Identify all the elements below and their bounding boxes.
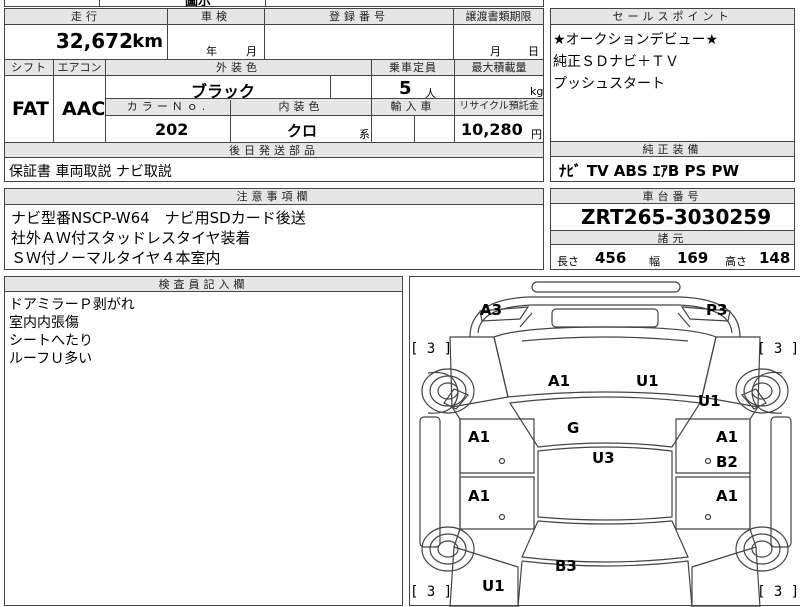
registration-box: 登録番号 [264, 8, 454, 60]
spec-length-value: 456 [595, 249, 627, 267]
top-strip: 圖示 [4, 0, 544, 9]
import-header: 輸入車 [372, 99, 454, 115]
mark-p3: P3 [706, 301, 728, 319]
mark-u3-roof: U3 [592, 449, 615, 467]
spec-width-label: 幅 [649, 255, 660, 268]
spec-height-label: 高さ [725, 255, 747, 268]
mark-b2-right-front-door: B2 [716, 453, 738, 471]
inspection-month: 月 [246, 45, 257, 58]
mileage-unit: km [132, 31, 163, 52]
inspector-line-3: シートへたり [9, 333, 93, 349]
mileage-header: 走行 [5, 9, 167, 25]
specs-header: 諸元 [551, 230, 794, 245]
capacity-header: 乗車定員 [372, 60, 454, 75]
inspector-line-4: ルーフＵ多い [9, 351, 93, 367]
sales-point-line-2: 純正ＳＤナビ＋ＴＶ [553, 54, 679, 70]
mark-a1-left-rear-door: A1 [468, 487, 491, 505]
max-load-unit: kg [530, 85, 544, 98]
mark-u1-hood: U1 [636, 372, 659, 390]
genuine-equip-box: 純正装備 ﾅﾋﾞ TV ABS ｴｱB PS PW [550, 141, 795, 182]
interior-color-value: クロ [287, 122, 318, 140]
mileage-value: 32,672 [55, 29, 133, 53]
tire-tread-rear-right: [ 3 ] [757, 584, 800, 600]
shift-header: シフト [5, 60, 53, 75]
mark-a1-right-rear-door: A1 [716, 487, 739, 505]
color-no-value: 202 [155, 120, 189, 139]
tire-tread-front-right: [ 3 ] [757, 341, 800, 357]
sales-point-box: セールスポイント ★オークションデビュー★ 純正ＳＤナビ＋ＴＶ プッシュスタート [550, 8, 795, 142]
recycle-header: リサイクル預託金 [455, 99, 543, 115]
sales-point-line-1: ★オークションデビュー★ [553, 32, 719, 48]
mark-u1-fender: U1 [698, 392, 721, 410]
car-diagram: A3 P3 A1 U1 U1 G U3 A1 A1 B2 A1 A1 B3 U1… [409, 276, 800, 607]
notes-line-3: ＳＷ付ノーマルタイヤ４本室内 [11, 249, 221, 267]
registration-header: 登録番号 [265, 9, 453, 25]
mark-a1-hood: A1 [548, 372, 571, 390]
recycle-value: 10,280 [461, 120, 523, 139]
shift-value: FAT [12, 98, 49, 120]
recycle-unit: 円 [531, 128, 542, 141]
transfer-month: 月 [490, 45, 501, 58]
chassis-value: ZRT265-3030259 [581, 205, 772, 229]
mark-b3-rear: B3 [555, 557, 577, 575]
later-parts-value: 保証書 車両取説 ナビ取説 [9, 164, 172, 180]
transfer-box: 譲渡書類期限 月 日 [453, 8, 544, 60]
notes-box: 注意事項欄 ナビ型番NSCP-W64 ナビ用SDカード後送 社外ＡＷ付スタッドレ… [4, 188, 544, 270]
inspection-header: 車検 [168, 9, 264, 25]
inspector-header: 検査員記入欄 [5, 277, 402, 292]
genuine-equip-value: ﾅﾋﾞ TV ABS ｴｱB PS PW [559, 162, 740, 180]
inspector-line-2: 室内内張傷 [9, 315, 79, 331]
inspector-line-1: ドアミラーＰ剥がれ [9, 297, 135, 313]
tire-tread-rear-left: [ 3 ] [410, 584, 453, 600]
transfer-day: 日 [528, 45, 539, 58]
notes-line-2: 社外ＡＷ付スタッドレスタイヤ装着 [11, 229, 251, 247]
mark-a1-left-front-door: A1 [468, 428, 491, 446]
later-parts-box: 後日発送部品 保証書 車両取説 ナビ取説 [4, 142, 544, 182]
spec-length-label: 長さ [557, 255, 579, 268]
transfer-header: 譲渡書類期限 [454, 9, 543, 25]
inspection-year: 年 [206, 45, 217, 58]
notes-header: 注意事項欄 [5, 189, 543, 205]
spec-grid: シフト エアコン 外装色 乗車定員 最大積載量 FAT AAC ブラック 5 人… [4, 59, 544, 143]
genuine-equip-header: 純正装備 [551, 142, 794, 157]
interior-color-suffix: 系 [359, 128, 370, 141]
mark-u1-rear: U1 [482, 577, 505, 595]
aircon-header: エアコン [54, 60, 105, 75]
sales-point-line-3: プッシュスタート [553, 76, 665, 92]
aircon-value: AAC [62, 98, 106, 120]
inspector-box: 検査員記入欄 ドアミラーＰ剥がれ 室内内張傷 シートへたり ルーフＵ多い [4, 276, 403, 606]
inspection-box: 車検 年 月 [167, 8, 265, 60]
interior-color-header: 内装色 [231, 99, 371, 115]
color-no-header: カラーＮｏ. [106, 99, 230, 115]
notes-line-1: ナビ型番NSCP-W64 ナビ用SDカード後送 [11, 209, 306, 227]
mark-a3: A3 [480, 301, 503, 319]
mileage-box: 走行 32,672 km [4, 8, 168, 60]
exterior-color-header: 外装色 [106, 60, 371, 75]
mark-g-windshield: G [567, 419, 580, 437]
max-load-header: 最大積載量 [455, 60, 543, 75]
chassis-box: 車台番号 ZRT265-3030259 諸元 長さ 456 幅 169 高さ 1… [550, 188, 795, 270]
tire-tread-front-left: [ 3 ] [410, 341, 453, 357]
chassis-header: 車台番号 [551, 189, 794, 204]
later-parts-header: 後日発送部品 [5, 143, 543, 158]
sales-point-header: セールスポイント [551, 9, 794, 25]
capacity-value: 5 [399, 78, 412, 99]
spec-width-value: 169 [677, 249, 709, 267]
spec-height-value: 148 [759, 249, 791, 267]
mark-a1-right-front-door: A1 [716, 428, 739, 446]
